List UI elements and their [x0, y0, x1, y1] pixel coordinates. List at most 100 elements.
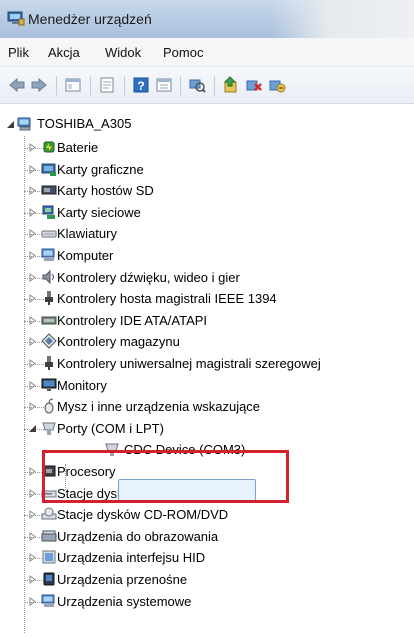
tree-item[interactable]: Kontrolery hosta magistrali IEEE 1394: [0, 288, 414, 310]
tree-item-label[interactable]: Kontrolery IDE ATA/ATAPI: [57, 313, 207, 328]
tree-item-label[interactable]: Urządzenia systemowe: [57, 594, 191, 609]
expand-arrow-icon[interactable]: [28, 143, 37, 152]
device-manager-icon: [7, 11, 25, 26]
expand-arrow-icon[interactable]: [28, 553, 37, 563]
menu-action[interactable]: Akcja: [48, 45, 80, 60]
scanner-icon: [41, 530, 57, 542]
tree-item[interactable]: Klawiatury: [0, 223, 414, 245]
tree-item[interactable]: Baterie: [0, 137, 414, 159]
collapse-arrow-icon[interactable]: [28, 424, 37, 433]
tree-item-label[interactable]: Stacje dysków CD-ROM/DVD: [57, 507, 228, 522]
properties-icon[interactable]: [98, 76, 116, 94]
firewire-icon: [45, 291, 53, 306]
help-icon[interactable]: ?: [132, 76, 150, 94]
battery-icon: [43, 141, 55, 153]
tree-item-label[interactable]: Monitory: [57, 378, 107, 393]
tree-item-label[interactable]: Urządzenia przenośne: [57, 572, 187, 587]
expand-arrow-icon[interactable]: [28, 207, 37, 217]
tree-item-label[interactable]: Kontrolery hosta magistrali IEEE 1394: [57, 291, 277, 306]
toolbar: ?: [0, 67, 414, 104]
tree-item-label[interactable]: Urządzenia do obrazowania: [57, 529, 218, 544]
expand-arrow-icon[interactable]: [28, 272, 37, 282]
back-arrow-icon[interactable]: [8, 76, 26, 94]
expand-arrow-icon[interactable]: [28, 294, 37, 304]
expand-arrow-icon[interactable]: [28, 380, 37, 390]
speaker-icon: [42, 269, 54, 284]
collapse-arrow-icon[interactable]: [6, 120, 15, 129]
tree-item[interactable]: Urządzenia przenośne: [0, 569, 414, 591]
tree-item[interactable]: Porty (COM i LPT): [0, 418, 414, 440]
view-icon[interactable]: [155, 76, 173, 94]
forward-arrow-icon[interactable]: [30, 76, 48, 94]
cd-drive-icon: [41, 507, 57, 520]
scan-hardware-icon[interactable]: [188, 76, 206, 94]
tree-item[interactable]: Kontrolery dźwięku, wideo i gier: [0, 267, 414, 289]
computer-icon: [41, 248, 55, 261]
expand-arrow-icon[interactable]: [28, 315, 37, 325]
system-device-icon: [41, 594, 55, 607]
expand-arrow-icon[interactable]: [28, 164, 37, 174]
tree-item[interactable]: Urządzenia systemowe: [0, 591, 414, 613]
port-icon: [42, 422, 56, 435]
tree-item-label[interactable]: Karty hostów SD: [57, 183, 154, 198]
expand-arrow-icon[interactable]: [28, 359, 37, 368]
tree-item-label[interactable]: Baterie: [57, 140, 98, 155]
disable-icon[interactable]: [268, 76, 286, 94]
expand-arrow-icon[interactable]: [28, 229, 37, 239]
storage-controller-icon: [41, 333, 57, 350]
menu-bar: Plik Akcja Widok Pomoc: [0, 38, 414, 67]
tree-item-label[interactable]: Kontrolery magazynu: [57, 334, 180, 349]
expand-arrow-icon[interactable]: [28, 467, 37, 476]
device-manager-window: Menedżer urządzeń Plik Akcja Widok Pomoc: [0, 0, 414, 637]
menu-view[interactable]: Widok: [105, 45, 141, 60]
update-driver-icon[interactable]: [222, 76, 240, 94]
expand-arrow-icon[interactable]: [28, 531, 37, 541]
expand-arrow-icon[interactable]: [28, 488, 37, 498]
tree-item-label[interactable]: Mysz i inne urządzenia wskazujące: [57, 399, 260, 414]
tree-item-label[interactable]: Urządzenia interfejsu HID: [57, 550, 205, 565]
tree-item[interactable]: Mysz i inne urządzenia wskazujące: [0, 396, 414, 418]
menu-help[interactable]: Pomoc: [163, 45, 203, 60]
tree-item[interactable]: Kontrolery magazynu: [0, 331, 414, 353]
tree-root-label[interactable]: TOSHIBA_A305: [37, 116, 131, 131]
tree-item-label[interactable]: Kontrolery uniwersalnej magistrali szere…: [57, 356, 321, 371]
tree-item-label[interactable]: Karty sieciowe: [57, 205, 141, 220]
expand-arrow-icon[interactable]: [28, 402, 37, 412]
tree-item[interactable]: Stacje dysków CD-ROM/DVD: [0, 504, 414, 526]
annotation-highlight-box: [42, 450, 289, 503]
computer-icon: [17, 117, 31, 131]
tree-item-label[interactable]: Porty (COM i LPT): [57, 421, 164, 436]
window-title: Menedżer urządzeń: [28, 11, 152, 27]
tree-item[interactable]: Komputer: [0, 245, 414, 267]
console-tree-icon[interactable]: [64, 76, 82, 94]
mouse-icon: [44, 398, 54, 414]
expand-arrow-icon[interactable]: [28, 596, 37, 606]
usb-controller-icon: [45, 356, 53, 370]
tree-item[interactable]: Kontrolery IDE ATA/ATAPI: [0, 310, 414, 332]
tree-item[interactable]: Karty sieciowe: [0, 202, 414, 224]
expand-arrow-icon[interactable]: [28, 575, 37, 584]
tree-item-label[interactable]: Komputer: [57, 248, 113, 263]
hid-icon: [42, 550, 56, 564]
keyboard-icon: [41, 230, 57, 238]
svg-text:?: ?: [137, 79, 144, 93]
network-adapter-icon: [42, 205, 55, 219]
tree-item[interactable]: Urządzenia interfejsu HID: [0, 547, 414, 569]
tree-item[interactable]: Kontrolery uniwersalnej magistrali szere…: [0, 353, 414, 375]
expand-arrow-icon[interactable]: [28, 251, 37, 260]
expand-arrow-icon[interactable]: [28, 510, 37, 520]
uninstall-icon[interactable]: [245, 76, 263, 94]
tree-item-label[interactable]: Kontrolery dźwięku, wideo i gier: [57, 270, 240, 285]
menu-file[interactable]: Plik: [8, 45, 29, 60]
expand-arrow-icon[interactable]: [28, 337, 37, 347]
portable-device-icon: [43, 572, 55, 586]
title-bar[interactable]: Menedżer urządzeń: [0, 0, 414, 38]
tree-item[interactable]: Monitory: [0, 375, 414, 397]
tree-item-label[interactable]: Karty graficzne: [57, 162, 144, 177]
tree-item[interactable]: Karty hostów SD: [0, 180, 414, 202]
expand-arrow-icon[interactable]: [28, 186, 37, 196]
monitor-icon: [41, 378, 57, 391]
tree-item[interactable]: Urządzenia do obrazowania: [0, 526, 414, 548]
tree-item-label[interactable]: Klawiatury: [57, 226, 117, 241]
tree-item[interactable]: Karty graficzne: [0, 159, 414, 181]
